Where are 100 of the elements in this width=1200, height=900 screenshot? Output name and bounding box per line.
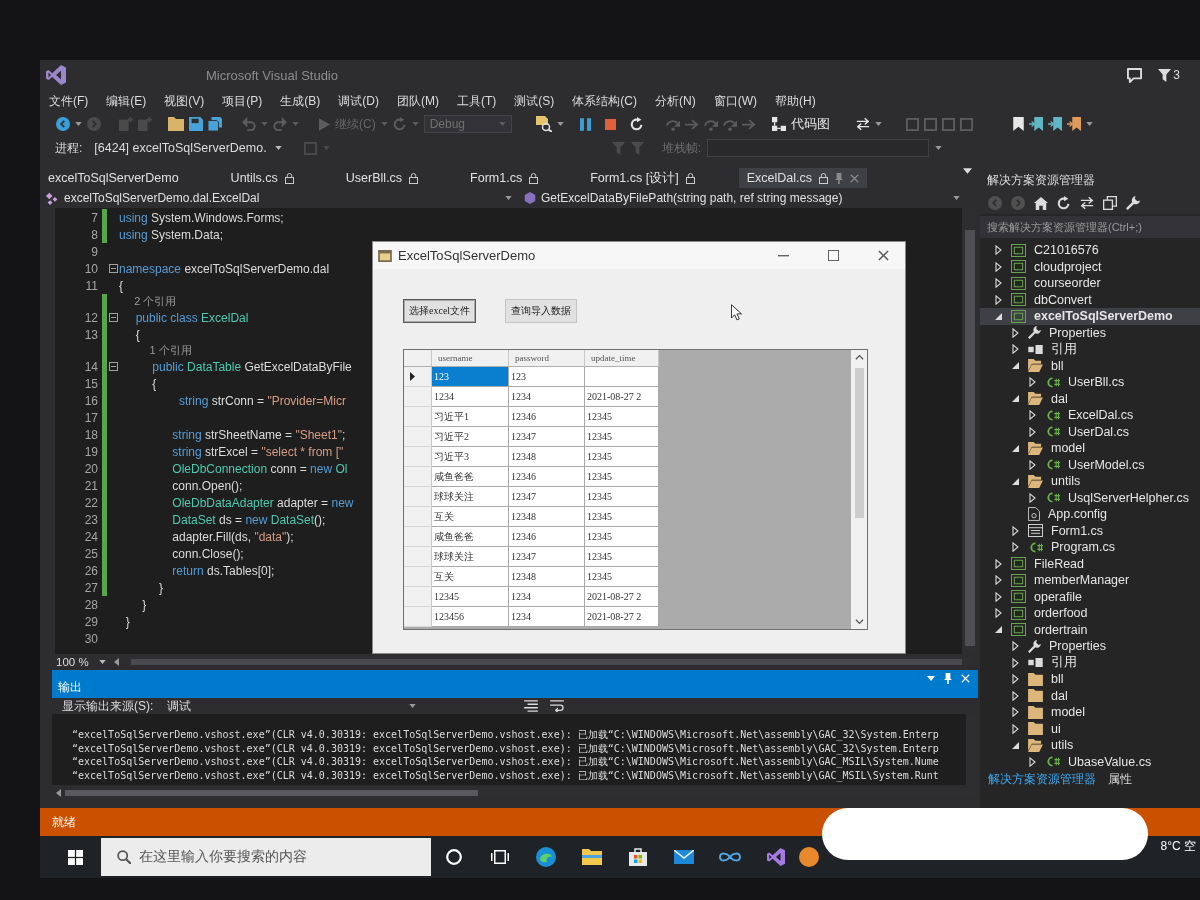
tree-item[interactable]: UserModel.cs [980,456,1200,473]
caret-icon[interactable] [556,122,564,126]
shopping-bag-icon[interactable] [629,848,647,866]
tree-item[interactable]: cloudproject [980,258,1200,275]
expand-arrow-icon[interactable] [995,278,1002,289]
scroll-up-icon[interactable] [854,354,864,360]
menu-item[interactable]: 编辑(E) [97,90,156,112]
folder-icon[interactable] [582,849,602,865]
table-cell[interactable]: 互关 [432,567,509,587]
menu-item[interactable]: 帮助(H) [766,90,825,112]
expand-arrow-icon[interactable] [1029,492,1036,503]
caret-icon[interactable] [927,675,935,681]
infinity-icon[interactable] [719,852,741,862]
copy-icon[interactable] [1103,196,1117,210]
table-cell[interactable]: 12345 [585,427,659,447]
file-tab[interactable]: ExcelDal.cs [738,168,867,188]
expand-arrow-icon[interactable] [995,591,1002,602]
ribbon-logo-icon[interactable] [767,848,785,866]
table-cell[interactable]: 12345 [585,527,659,547]
collapse-arrow-icon[interactable] [995,312,1002,320]
restart-icon[interactable] [1057,196,1071,210]
table-cell[interactable]: 123456 [432,607,509,627]
table-cell[interactable]: 12345 [585,447,659,467]
table-cell[interactable]: 12348 [509,567,585,587]
stop-icon[interactable] [604,118,616,130]
table-cell[interactable]: 2021-08-27 2 [585,387,659,407]
table-cell[interactable]: 习近平3 [432,447,509,467]
tree-item[interactable]: UbaseValue.cs [980,753,1200,770]
menu-item[interactable]: 视图(V) [155,90,214,112]
folder-icon[interactable] [168,117,184,131]
collapse-arrow-icon[interactable] [1012,444,1019,452]
table-cell[interactable]: 习近平1 [432,407,509,427]
bookmark-arrow-icon[interactable] [1066,117,1081,131]
caret-icon[interactable] [75,122,82,126]
browser-icon[interactable] [536,847,556,867]
stack-frame-field[interactable] [707,139,929,157]
scrollbar-thumb[interactable] [130,659,962,665]
expand-arrow-icon[interactable] [995,294,1002,305]
save-icon[interactable] [189,117,203,131]
file-tab[interactable]: UserBll.cs [337,168,427,188]
table-cell[interactable]: 1234 [509,607,585,627]
expand-arrow-icon[interactable] [1012,344,1019,355]
collapse-arrow-icon[interactable] [995,626,1002,634]
codelens-link[interactable]: 2 个引用 [119,294,177,309]
table-cell[interactable]: 咸鱼爸爸 [432,467,509,487]
scroll-down-icon[interactable] [854,619,864,625]
expand-arrow-icon[interactable] [1029,410,1036,421]
table-cell[interactable]: 1234 [509,387,585,407]
table-cell[interactable]: 互关 [432,507,509,527]
table-cell[interactable]: 12345 [585,567,659,587]
table-cell[interactable]: 12347 [509,547,585,567]
expand-arrow-icon[interactable] [1029,756,1036,767]
pin-icon[interactable] [944,672,952,684]
wrench-icon[interactable] [1126,196,1140,210]
expand-arrow-icon[interactable] [995,261,1002,272]
file-tab[interactable]: excelToSqlServerDemo [40,168,187,188]
sync-icon[interactable] [855,117,870,131]
tree-item[interactable]: courseorder [980,275,1200,292]
menu-item[interactable]: 测试(S) [505,90,564,112]
menu-item[interactable]: 窗口(W) [704,90,766,112]
ring-icon[interactable] [446,849,462,865]
tree-item[interactable]: 引用 [980,654,1200,671]
expand-arrow-icon[interactable] [995,608,1002,619]
bookmark-arrow-icon[interactable] [1047,117,1062,131]
collapse-arrow-icon[interactable] [1012,362,1019,370]
tree-item[interactable]: Properties [980,638,1200,655]
caret-icon[interactable] [1085,122,1093,126]
menu-item[interactable]: 体系结构(C) [563,90,646,112]
tree-item[interactable]: 引用 [980,341,1200,358]
caret-icon[interactable] [935,146,942,150]
table-cell[interactable]: 12345 [585,507,659,527]
menu-item[interactable]: 团队(M) [388,90,448,112]
panel-tab[interactable]: 解决方案资源管理器 [988,772,1096,787]
tree-item[interactable]: UserDal.cs [980,423,1200,440]
expand-arrow-icon[interactable] [995,558,1002,569]
tree-item[interactable]: dbConvert [980,291,1200,308]
tree-item[interactable]: C21016576 [980,242,1200,259]
save-all-icon[interactable] [208,117,222,131]
tree-item[interactable]: App.config [980,506,1200,523]
tree-item[interactable]: Properties [980,324,1200,341]
table-cell[interactable]: 习近平2 [432,427,509,447]
table-cell[interactable]: 2021-08-27 2 [585,587,659,607]
expand-arrow-icon[interactable] [1012,723,1019,734]
query-data-button[interactable]: 查询导入数据 [505,299,578,323]
code-map-button[interactable]: 代码图 [771,115,830,133]
scroll-left-icon[interactable] [56,788,61,797]
tree-item[interactable]: Program.cs [980,539,1200,556]
tree-item[interactable]: UserBll.cs [980,374,1200,391]
table-cell[interactable]: 12347 [509,427,585,447]
table-cell[interactable]: 12345 [432,587,509,607]
table-cell[interactable]: 123 [509,367,585,387]
table-cell[interactable]: 12345 [585,407,659,427]
expand-arrow-icon[interactable] [1029,426,1036,437]
notifications-button[interactable]: 3 [1158,68,1180,82]
table-cell[interactable]: 2021-08-27 2 [585,607,659,627]
scrollbar-thumb[interactable] [965,230,975,646]
expand-arrow-icon[interactable] [1012,690,1019,701]
table-cell[interactable]: 12346 [509,467,585,487]
table-cell[interactable]: 1234 [509,587,585,607]
menu-item[interactable]: 文件(F) [40,90,98,112]
